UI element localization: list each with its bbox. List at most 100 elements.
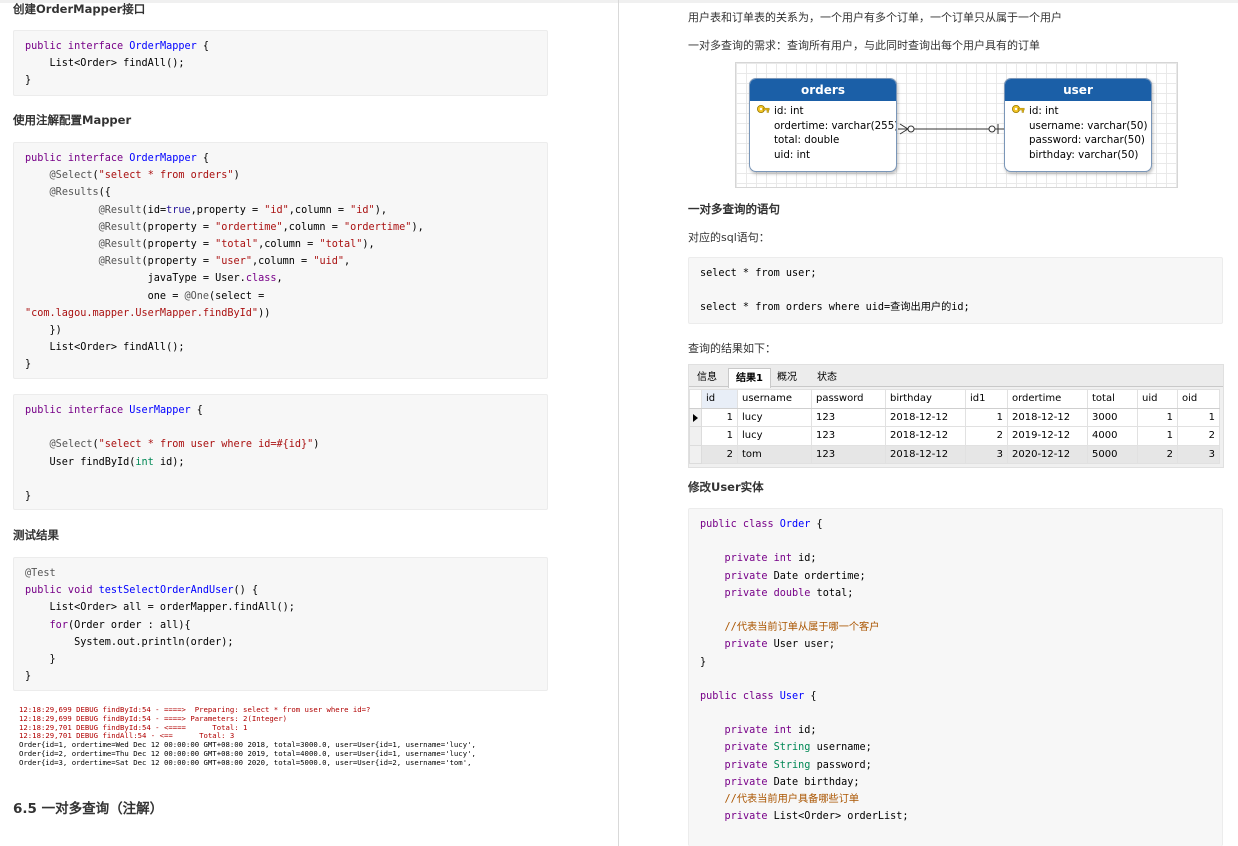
table-cell[interactable]: 123	[811, 407, 886, 427]
code-token: @Select	[49, 170, 93, 182]
code-token: testSelectOrderAndUser	[98, 585, 234, 597]
entity-orders[interactable]: orders id: int ordertime: varchar(255) t…	[749, 78, 897, 172]
code-line: //代表当前订单从属于哪一个客户	[700, 619, 1211, 636]
column-header-id1[interactable]: id1	[965, 389, 1008, 409]
table-cell[interactable]: 1	[701, 426, 738, 446]
table-cell[interactable]: 3	[965, 444, 1008, 464]
sql-line-1: select * from user;	[700, 268, 817, 279]
tab-result1[interactable]: 结果1	[728, 368, 771, 388]
sql-line-3: select * from orders where uid=查询出用户的id;	[700, 302, 970, 314]
code-token: "select * from user where id=#{id}"	[98, 439, 314, 451]
code-token: UserMapper	[129, 405, 191, 416]
row-indicator[interactable]	[689, 426, 702, 446]
current-row-arrow-icon	[693, 413, 698, 422]
entity-user[interactable]: user id: int username: varchar(50) passw…	[1004, 78, 1152, 172]
table-cell[interactable]: lucy	[737, 426, 812, 446]
row-indicator[interactable]	[689, 444, 702, 464]
heading-annotation-mapper: 使用注解配置Mapper	[13, 113, 132, 127]
user-field-id: id: int	[1029, 105, 1059, 117]
table-cell[interactable]: 2020-12-12	[1007, 444, 1088, 464]
code-token: public class	[700, 519, 780, 530]
table-cell[interactable]: 1	[1177, 407, 1220, 427]
table-cell[interactable]: 1	[701, 407, 738, 427]
table-cell[interactable]: 2	[701, 444, 738, 464]
code-token: ),	[374, 204, 387, 216]
code-token: private	[724, 759, 768, 771]
code-block-usermapper[interactable]: public interface UserMapper { @Select("s…	[13, 394, 548, 510]
heading-create-ordermapper: 创建OrderMapper接口	[13, 2, 146, 16]
column-header-id[interactable]: id	[701, 389, 738, 409]
code-token: ),	[411, 221, 424, 233]
table-row[interactable]: 2 tom 123 2018-12-12 3 2020-12-12 5000 2 3	[689, 444, 1220, 464]
table-cell[interactable]: 1	[1137, 426, 1178, 446]
table-cell[interactable]: 123	[811, 426, 886, 446]
user-field-birthday: birthday: varchar(50)	[1029, 148, 1139, 161]
table-cell[interactable]: 2018-12-12	[1007, 407, 1088, 427]
entity-user-title: user	[1005, 79, 1151, 101]
column-header-total[interactable]: total	[1087, 389, 1138, 409]
code-token: id;	[792, 725, 817, 737]
code-token: //代表当前用户具备哪些订单	[724, 794, 860, 805]
table-cell[interactable]: tom	[737, 444, 812, 464]
code-block-test[interactable]: @Test public void testSelectOrderAndUser(…	[13, 557, 548, 691]
page-divider	[618, 0, 619, 846]
paragraph-sql: 对应的sql语句：	[688, 231, 770, 244]
table-cell[interactable]: 1	[965, 407, 1008, 427]
table-cell[interactable]: 4000	[1087, 426, 1138, 446]
code-token: String	[773, 742, 811, 754]
table-cell[interactable]: 2	[1177, 426, 1220, 446]
code-block-sql[interactable]: select * from user; select * from orders …	[688, 257, 1223, 324]
paragraph-requirement: 一对多查询的需求：查询所有用户，与此同时查询出每个用户具有的订单	[688, 39, 1040, 52]
table-cell[interactable]: 3	[1177, 444, 1220, 464]
code-block-ordermapper-annotations[interactable]: public interface OrderMapper { @Select("…	[13, 142, 548, 379]
tab-info[interactable]: 信息	[690, 368, 724, 387]
column-header-ordertime[interactable]: ordertime	[1007, 389, 1088, 409]
code-token: "select * from orders"	[98, 170, 234, 182]
table-cell[interactable]: 2018-12-12	[885, 426, 966, 446]
table-cell[interactable]: 123	[811, 444, 886, 464]
code-token: for	[49, 619, 68, 631]
code-token: "ordertime"	[343, 221, 412, 233]
code-block-entities[interactable]: public class Order { private int id; pri…	[688, 508, 1223, 846]
table-row[interactable]: 1 lucy 123 2018-12-12 1 2018-12-12 3000 1 1	[689, 407, 1220, 427]
code-token: private	[724, 776, 768, 788]
code-token: }	[25, 671, 32, 683]
table-cell[interactable]: 2018-12-12	[885, 407, 966, 427]
row-indicator-header	[689, 389, 702, 409]
table-cell[interactable]: 2	[1137, 444, 1178, 464]
code-token: @Result	[98, 204, 142, 216]
row-indicator[interactable]	[689, 407, 702, 427]
tab-status[interactable]: 状态	[810, 368, 844, 387]
result-table: id username password birthday id1 ordert…	[689, 389, 1220, 464]
table-cell[interactable]: 1	[1137, 407, 1178, 427]
code-line: System.out.println(order);	[25, 634, 536, 651]
table-cell[interactable]: 5000	[1087, 444, 1138, 464]
table-cell[interactable]: 3000	[1087, 407, 1138, 427]
tab-overview[interactable]: 概况	[770, 368, 804, 387]
code-token: {	[196, 153, 210, 164]
table-cell[interactable]: 2018-12-12	[885, 444, 966, 464]
code-line: @Results({	[25, 184, 536, 201]
table-row[interactable]: 1 lucy 123 2018-12-12 2 2019-12-12 4000 1 2	[689, 426, 1220, 446]
table-cell[interactable]: lucy	[737, 407, 812, 427]
code-block-ordermapper[interactable]: public interface OrderMapper { List<Orde…	[13, 30, 548, 96]
column-header-uid[interactable]: uid	[1137, 389, 1178, 409]
column-header-password[interactable]: password	[811, 389, 886, 409]
code-token: ,property =	[190, 204, 265, 216]
column-header-oid[interactable]: oid	[1177, 389, 1220, 409]
code-token: @Select	[49, 439, 93, 451]
table-cell[interactable]: 2	[965, 426, 1008, 446]
code-line: //代表当前用户具备哪些订单	[700, 791, 1211, 808]
orders-field-uid: uid: int	[774, 148, 811, 161]
table-cell[interactable]: 2019-12-12	[1007, 426, 1088, 446]
code-token: {	[190, 405, 203, 416]
column-header-username[interactable]: username	[737, 389, 812, 409]
code-line: public void testSelectOrderAndUser() {	[25, 582, 536, 599]
column-header-birthday[interactable]: birthday	[885, 389, 966, 409]
code-token: private int	[724, 725, 793, 737]
code-token: "id"	[264, 204, 289, 216]
